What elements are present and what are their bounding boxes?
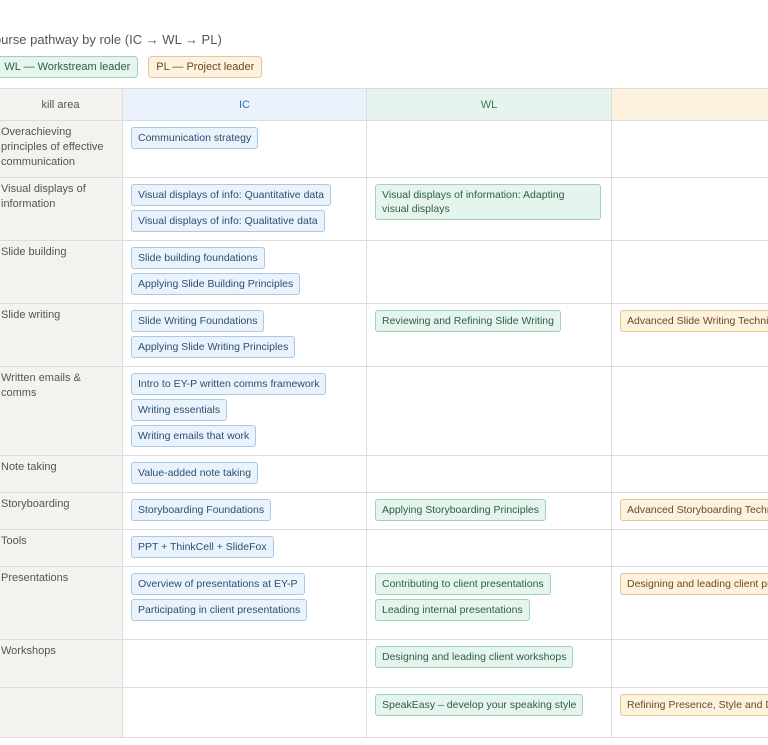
course-tag-ic[interactable]: Overview of presentations at EY-P [131,573,305,595]
header-skill-area: kill area [0,88,123,121]
cell-pl: Advanced Slide Writing Techniqu [611,303,768,367]
course-tag-ic[interactable]: Slide building foundations [131,247,265,269]
cell-pl [611,639,768,688]
table-row: Slide building Slide building foundations… [0,240,768,304]
cell-ic [122,687,367,738]
table-row: Overachieving principles of effective co… [0,120,768,178]
cell-ic: Intro to EY-P written comms framework Wri… [122,366,367,456]
table-row: Visual displays of information Visual dis… [0,177,768,241]
course-tag-ic[interactable]: Visual displays of info: Quantitative da… [131,184,332,206]
course-tag-ic[interactable]: Applying Slide Writing Principles [131,336,296,358]
course-tag-pl[interactable]: Designing and leading client pre [620,573,768,595]
cell-wl: SpeakEasy – develop your speaking style [366,687,612,738]
course-tag-wl[interactable]: Designing and leading client workshops [375,646,574,668]
table-row: Storyboarding Storyboarding Foundations Ap… [0,492,768,530]
cell-ic: Value-added note taking [122,455,367,493]
skill-area-label: Slide building [0,240,123,304]
cell-wl: Applying Storyboarding Principles [366,492,612,530]
cell-pl [611,529,768,567]
cell-pl: Designing and leading client pre [611,566,768,640]
cell-ic: Slide building foundations Applying Slide… [122,240,367,304]
skill-area-label: Slide writing [0,303,123,367]
cell-pl [611,366,768,456]
skill-area-label [0,687,123,738]
header-ic: IC [122,88,367,121]
course-tag-ic[interactable]: Applying Slide Building Principles [131,273,301,295]
cell-ic: Slide Writing Foundations Applying Slide … [122,303,367,367]
cell-pl [611,240,768,304]
course-tag-ic[interactable]: Value-added note taking [131,462,259,484]
skill-area-label: Presentations [0,566,123,640]
course-tag-wl[interactable]: Leading internal presentations [375,599,530,621]
cell-wl [366,240,612,304]
matrix-body: Overachieving principles of effective co… [0,120,768,738]
page: n — course pathway by role (IC → WL → PL… [0,0,768,745]
course-tag-ic[interactable]: Communication strategy [131,127,259,149]
table-row: Slide writing Slide Writing Foundations Ap… [0,303,768,367]
legend-wl: WL — Workstream leader [0,56,139,78]
cell-wl: Visual displays of information: Adapting… [366,177,612,241]
skill-area-label: Tools [0,529,123,567]
table-row: Written emails & comms Intro to EY-P writ… [0,366,768,456]
cell-wl [366,455,612,493]
course-matrix: kill area IC WL PL Overachieving princip… [0,88,768,738]
header-wl: WL [366,88,612,121]
course-tag-ic[interactable]: Slide Writing Foundations [131,310,265,332]
cell-pl: Advanced Storyboarding Techni [611,492,768,530]
header-row: kill area IC WL PL [0,88,768,121]
course-tag-wl[interactable]: Visual displays of information: Adapting… [375,184,601,220]
cell-ic: PPT + ThinkCell + SlideFox [122,529,367,567]
cell-wl: Reviewing and Refining Slide Writing [366,303,612,367]
table-row: Presentations Overview of presentations a… [0,566,768,640]
cell-wl: Designing and leading client workshops [366,639,612,688]
course-tag-ic[interactable]: Participating in client presentations [131,599,308,621]
skill-area-label: Overachieving principles of effective co… [0,120,123,178]
cell-wl [366,529,612,567]
course-tag-ic[interactable]: Intro to EY-P written comms framework [131,373,327,395]
cell-ic: Storyboarding Foundations [122,492,367,530]
cell-pl [611,455,768,493]
course-tag-pl[interactable]: Refining Presence, Style and De [620,694,768,716]
cell-pl [611,177,768,241]
course-tag-wl[interactable]: Contributing to client presentations [375,573,551,595]
cell-pl [611,120,768,178]
course-tag-wl[interactable]: Reviewing and Refining Slide Writing [375,310,561,332]
header-pl: PL [611,88,768,121]
skill-area-label: Written emails & comms [0,366,123,456]
cell-ic: Communication strategy [122,120,367,178]
skill-area-label: Visual displays of information [0,177,123,241]
cell-wl: Contributing to client presentations Lead… [366,566,612,640]
skill-area-label: Storyboarding [0,492,123,530]
skill-area-label: Workshops [0,639,123,688]
course-tag-ic[interactable]: PPT + ThinkCell + SlideFox [131,536,274,558]
cell-pl: Refining Presence, Style and De [611,687,768,738]
skill-area-label: Note taking [0,455,123,493]
cell-ic: Visual displays of info: Quantitative da… [122,177,367,241]
table-row: SpeakEasy – develop your speaking style R… [0,687,768,738]
course-tag-pl[interactable]: Advanced Storyboarding Techni [620,499,768,521]
cell-wl [366,120,612,178]
table-row: Tools PPT + ThinkCell + SlideFox [0,529,768,567]
course-tag-ic[interactable]: Writing essentials [131,399,228,421]
cell-wl [366,366,612,456]
cell-ic: Overview of presentations at EY-P Partici… [122,566,367,640]
course-tag-ic[interactable]: Visual displays of info: Qualitative dat… [131,210,325,232]
course-tag-wl[interactable]: SpeakEasy – develop your speaking style [375,694,584,716]
table-row: Note taking Value-added note taking [0,455,768,493]
page-title: n — course pathway by role (IC → WL → PL… [0,32,222,47]
course-tag-pl[interactable]: Advanced Slide Writing Techniqu [620,310,768,332]
role-legend: ntributor WL — Workstream leader PL — Pr… [0,56,263,78]
course-tag-ic[interactable]: Storyboarding Foundations [131,499,272,521]
course-tag-wl[interactable]: Applying Storyboarding Principles [375,499,547,521]
course-tag-ic[interactable]: Writing emails that work [131,425,257,447]
legend-pl: PL — Project leader [148,56,263,78]
table-row: Workshops Designing and leading client wo… [0,639,768,688]
cell-ic [122,639,367,688]
